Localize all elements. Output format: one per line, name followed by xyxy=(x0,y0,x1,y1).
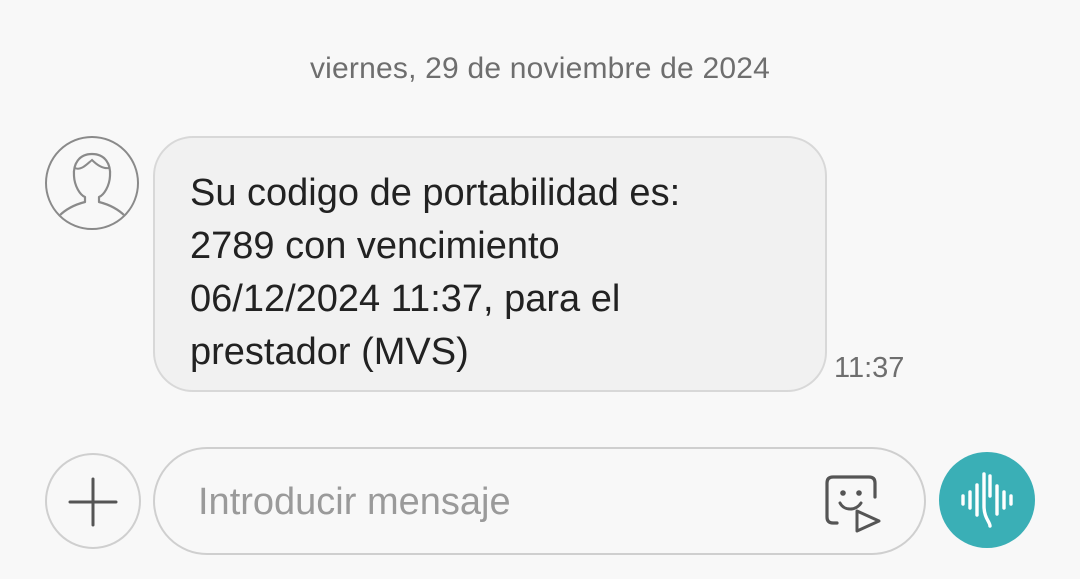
message-timestamp: 11:37 xyxy=(834,352,905,384)
voice-input-button[interactable] xyxy=(939,452,1035,548)
message-input-container[interactable] xyxy=(153,447,926,555)
contact-silhouette-icon xyxy=(57,152,127,218)
conversation-screen: viernes, 29 de noviembre de 2024 Su codi… xyxy=(0,0,1080,579)
incoming-message-bubble[interactable]: Su codigo de portabilidad es: 2789 con v… xyxy=(153,136,827,392)
sticker-icon xyxy=(825,475,881,533)
date-separator: viernes, 29 de noviembre de 2024 xyxy=(309,52,771,85)
message-text: Su codigo de portabilidad es: 2789 con v… xyxy=(190,172,681,373)
voice-waveform-icon xyxy=(961,472,1013,528)
plus-icon xyxy=(68,477,118,527)
contact-avatar[interactable] xyxy=(45,136,139,230)
sticker-button[interactable] xyxy=(821,471,889,535)
message-input[interactable] xyxy=(198,477,798,527)
add-attachment-button[interactable] xyxy=(45,453,141,549)
